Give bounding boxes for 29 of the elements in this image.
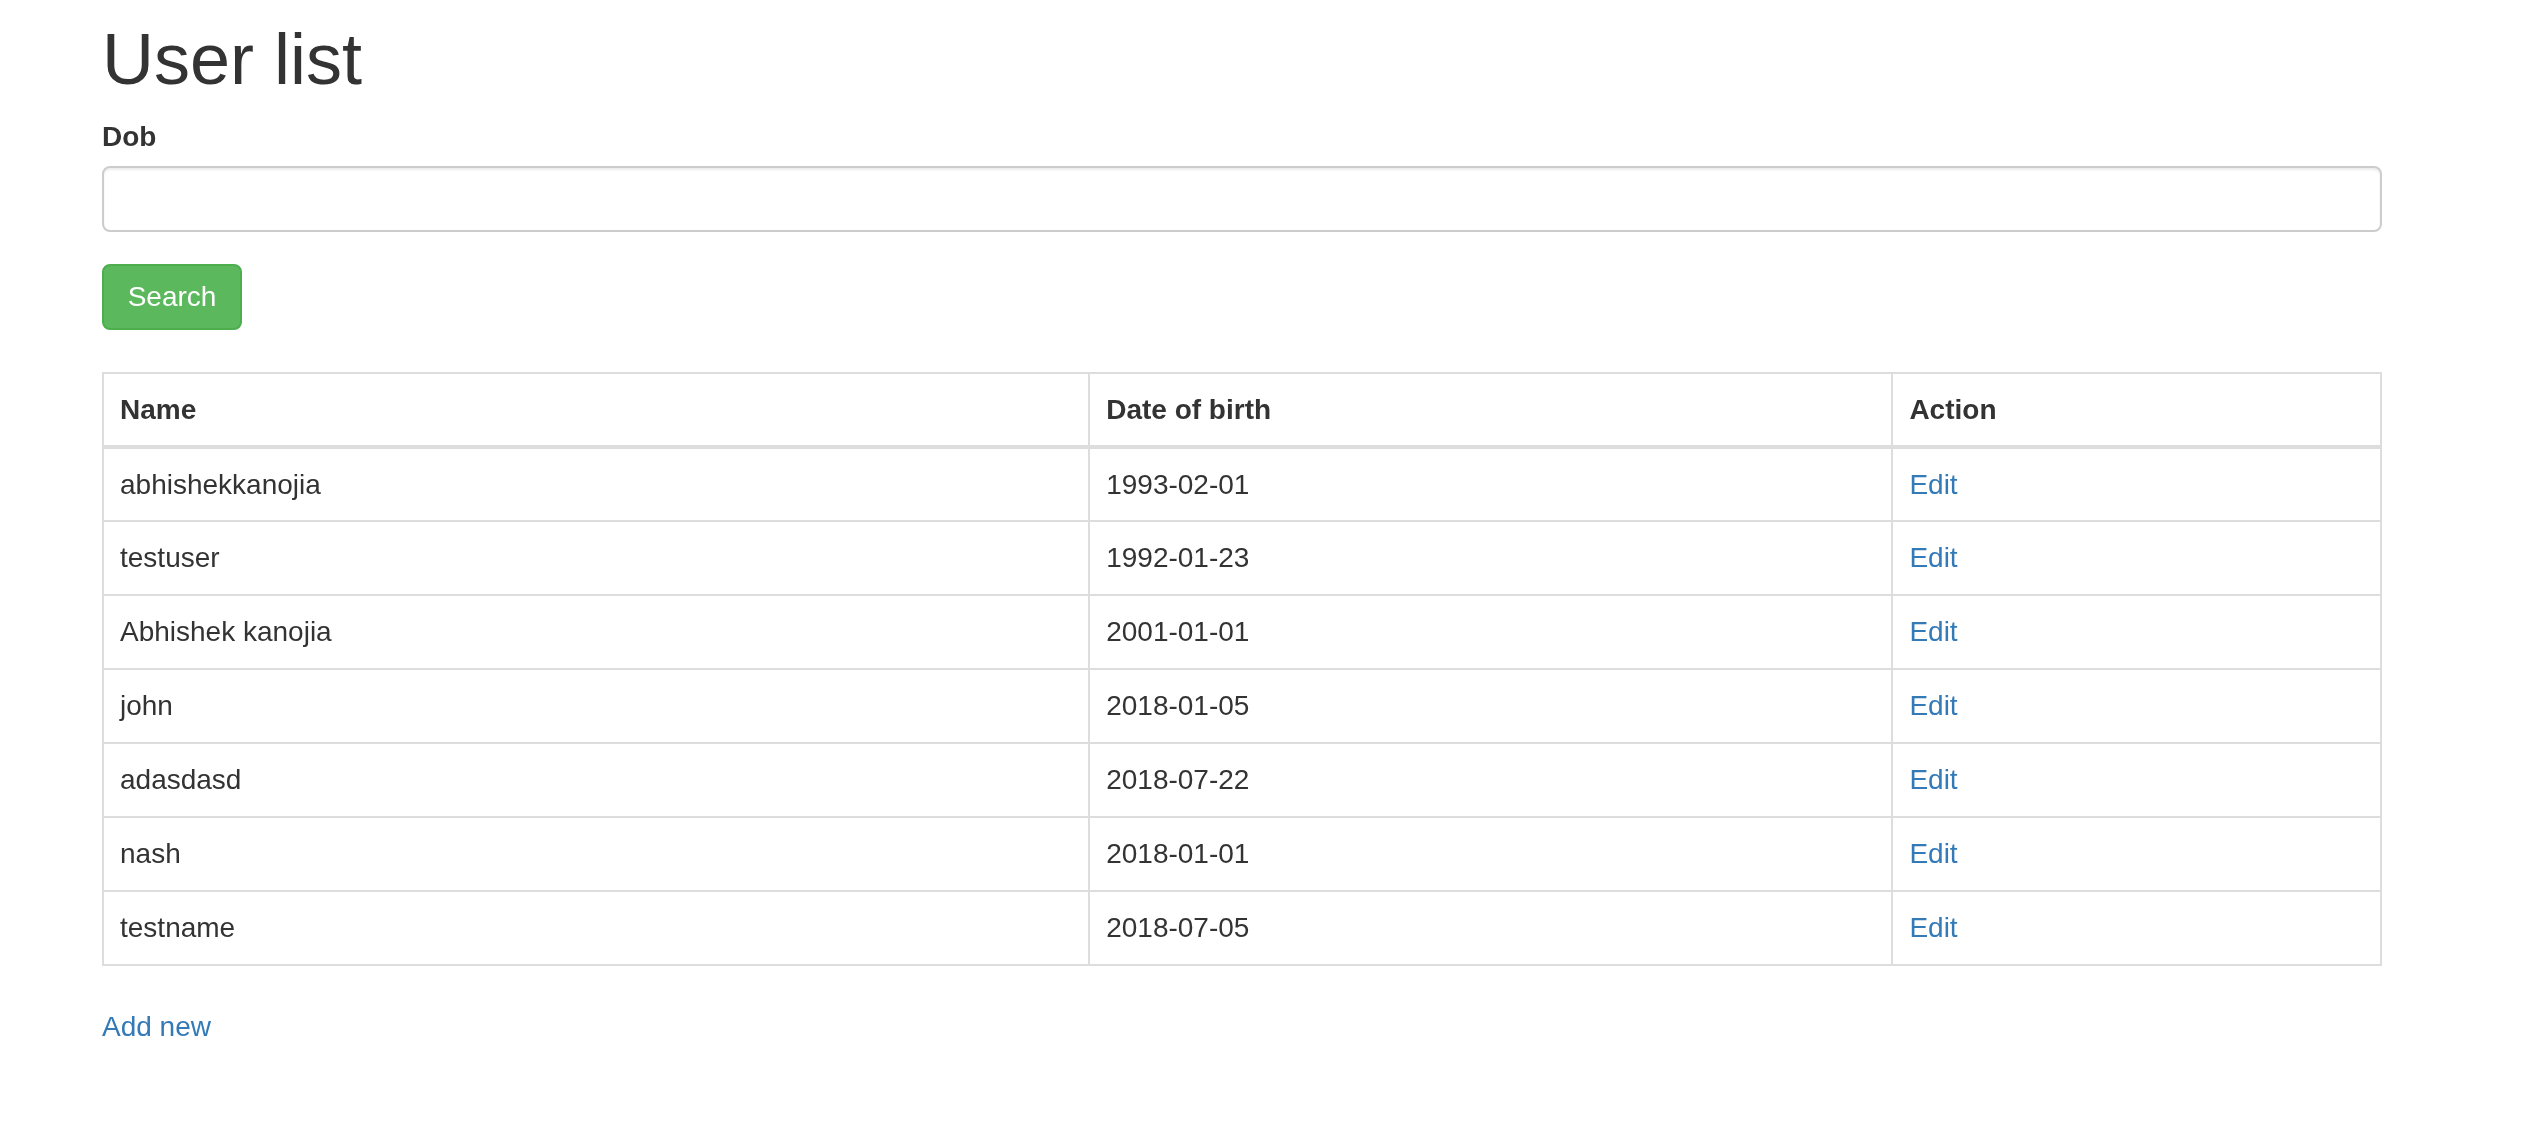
name-cell: abhishekkanojia (103, 447, 1090, 522)
edit-link[interactable]: Edit (1909, 690, 1958, 722)
name-cell: testuser (103, 521, 1090, 596)
date-cell: 2018-01-05 (1089, 669, 1893, 744)
column-header: Action (1892, 373, 2381, 448)
edit-link[interactable]: Edit (1909, 468, 1958, 500)
name-cell: testname (103, 891, 1090, 966)
edit-link[interactable]: Edit (1909, 838, 1958, 870)
name-cell: john (103, 669, 1090, 744)
dob-input-field[interactable] (102, 166, 2382, 233)
column-header: Name (103, 373, 1090, 448)
date-cell: 2018-07-22 (1089, 743, 1893, 818)
date-cell: 2018-07-05 (1089, 891, 1893, 966)
edit-link[interactable]: Edit (1909, 912, 1958, 944)
date-cell: 1993-02-01 (1089, 447, 1893, 522)
dob-label: Dob (102, 120, 157, 155)
add-new-link[interactable]: Add new (102, 1006, 211, 1049)
edit-link[interactable]: Edit (1909, 616, 1958, 648)
date-cell: 2018-01-01 (1089, 817, 1893, 892)
date-cell: 1992-01-23 (1089, 521, 1893, 596)
date-cell: 2001-01-01 (1089, 595, 1893, 670)
name-cell: adasdasd (103, 743, 1090, 818)
edit-link[interactable]: Edit (1909, 542, 1958, 574)
name-cell: nash (103, 817, 1090, 892)
search-button[interactable]: Search (102, 264, 242, 331)
edit-link[interactable]: Edit (1909, 764, 1958, 796)
column-header: Date of birth (1089, 373, 1893, 448)
page-title: User list (102, 20, 362, 100)
name-cell: Abhishek kanojia (103, 595, 1090, 670)
